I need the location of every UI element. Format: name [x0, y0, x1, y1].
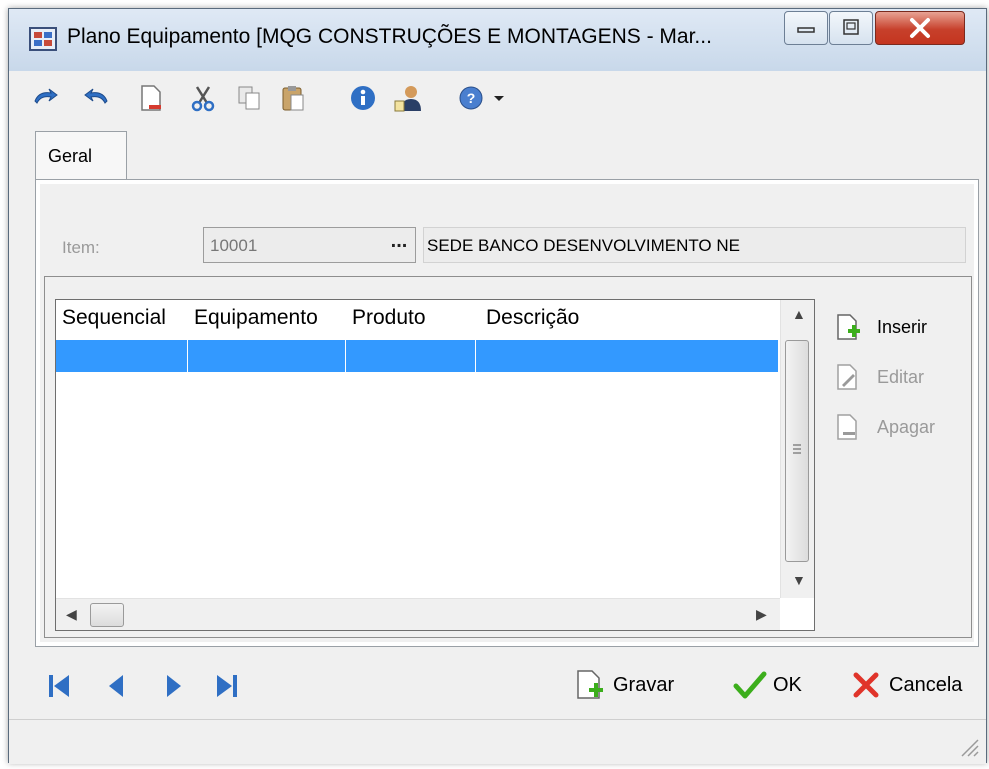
vertical-scrollbar[interactable]: ▲ ▼: [780, 300, 814, 598]
edit-icon: [837, 364, 857, 390]
svg-text:?: ?: [467, 90, 476, 106]
save-button[interactable]: Gravar: [573, 664, 693, 708]
item-description-field: SEDE BANCO DESENVOLVIMENTO NE: [423, 227, 966, 263]
app-icon: [29, 27, 57, 51]
save-icon: [577, 670, 603, 699]
previous-record-icon[interactable]: [103, 671, 131, 701]
close-button[interactable]: [875, 11, 965, 45]
tab-geral-label: Geral: [48, 146, 93, 166]
grid-header: Sequencial Equipamento Produto Descrição: [56, 300, 778, 338]
cell-divider: [345, 340, 346, 372]
column-header-produto[interactable]: Produto: [352, 306, 426, 330]
window-title: Plano Equipamento [MQG CONSTRUÇÕES E MON…: [67, 25, 712, 48]
column-header-descricao[interactable]: Descrição: [486, 306, 579, 330]
toolbar: ?: [9, 71, 986, 127]
grid-frame: Sequencial Equipamento Produto Descrição…: [44, 276, 972, 638]
redo-icon[interactable]: [83, 83, 111, 113]
edit-button[interactable]: Editar: [835, 357, 965, 397]
horizontal-scroll-thumb[interactable]: [90, 603, 124, 627]
scroll-down-icon[interactable]: ▼: [792, 572, 806, 588]
next-record-icon[interactable]: [159, 671, 187, 701]
minimize-button[interactable]: [784, 11, 828, 45]
last-record-icon[interactable]: [213, 671, 241, 701]
table-row[interactable]: [56, 340, 778, 372]
horizontal-scrollbar[interactable]: ◀ ▶: [56, 598, 780, 630]
checkmark-icon: [733, 671, 767, 699]
form-area: Item: 10001 ... SEDE BANCO DESENVOLVIMEN…: [40, 184, 974, 642]
help-dropdown-icon[interactable]: [491, 83, 507, 113]
status-bar: [9, 719, 986, 764]
maximize-icon: [843, 19, 859, 35]
item-label: Item:: [62, 238, 100, 257]
title-bar[interactable]: Plano Equipamento [MQG CONSTRUÇÕES E MON…: [9, 9, 986, 71]
maximize-button[interactable]: [829, 11, 873, 45]
main-window: Plano Equipamento [MQG CONSTRUÇÕES E MON…: [8, 8, 987, 764]
cancel-label: Cancela: [889, 674, 963, 696]
resize-grip-icon[interactable]: [956, 734, 980, 758]
info-icon[interactable]: [349, 83, 377, 113]
scroll-right-icon[interactable]: ▶: [756, 606, 767, 623]
copy-icon[interactable]: [235, 83, 263, 113]
scroll-up-icon[interactable]: ▲: [792, 306, 806, 322]
ok-button[interactable]: OK: [733, 664, 813, 708]
cell-divider: [475, 340, 476, 372]
cut-icon[interactable]: [189, 83, 217, 113]
insert-button[interactable]: Inserir: [835, 307, 965, 347]
new-document-icon[interactable]: [137, 83, 165, 113]
tab-geral[interactable]: Geral: [35, 131, 127, 181]
cell-divider: [187, 340, 188, 372]
column-header-equipamento[interactable]: Equipamento: [194, 306, 318, 330]
cancel-button[interactable]: Cancela: [849, 664, 969, 708]
delete-button[interactable]: Apagar: [835, 407, 965, 447]
insert-icon: [837, 314, 860, 340]
undo-icon[interactable]: [31, 83, 59, 113]
help-icon[interactable]: ?: [457, 83, 485, 113]
ok-label: OK: [773, 674, 802, 696]
delete-icon: [837, 414, 857, 440]
equipment-grid[interactable]: Sequencial Equipamento Produto Descrição…: [55, 299, 815, 631]
tab-panel: Item: 10001 ... SEDE BANCO DESENVOLVIMEN…: [35, 179, 979, 647]
item-lookup-button[interactable]: ...: [385, 231, 413, 257]
scroll-left-icon[interactable]: ◀: [66, 606, 77, 623]
first-record-icon[interactable]: [45, 671, 73, 701]
insert-label: Inserir: [877, 317, 928, 337]
paste-icon[interactable]: [279, 83, 307, 113]
minimize-icon: [797, 27, 815, 33]
save-label: Gravar: [613, 674, 675, 696]
close-icon: [910, 18, 930, 38]
user-icon[interactable]: [391, 83, 427, 113]
cancel-icon: [853, 672, 879, 698]
column-header-sequencial[interactable]: Sequencial: [62, 306, 166, 330]
edit-label: Editar: [877, 367, 925, 387]
grip-lines-icon: [793, 444, 801, 454]
vertical-scroll-thumb[interactable]: [785, 340, 809, 562]
delete-label: Apagar: [877, 417, 936, 437]
